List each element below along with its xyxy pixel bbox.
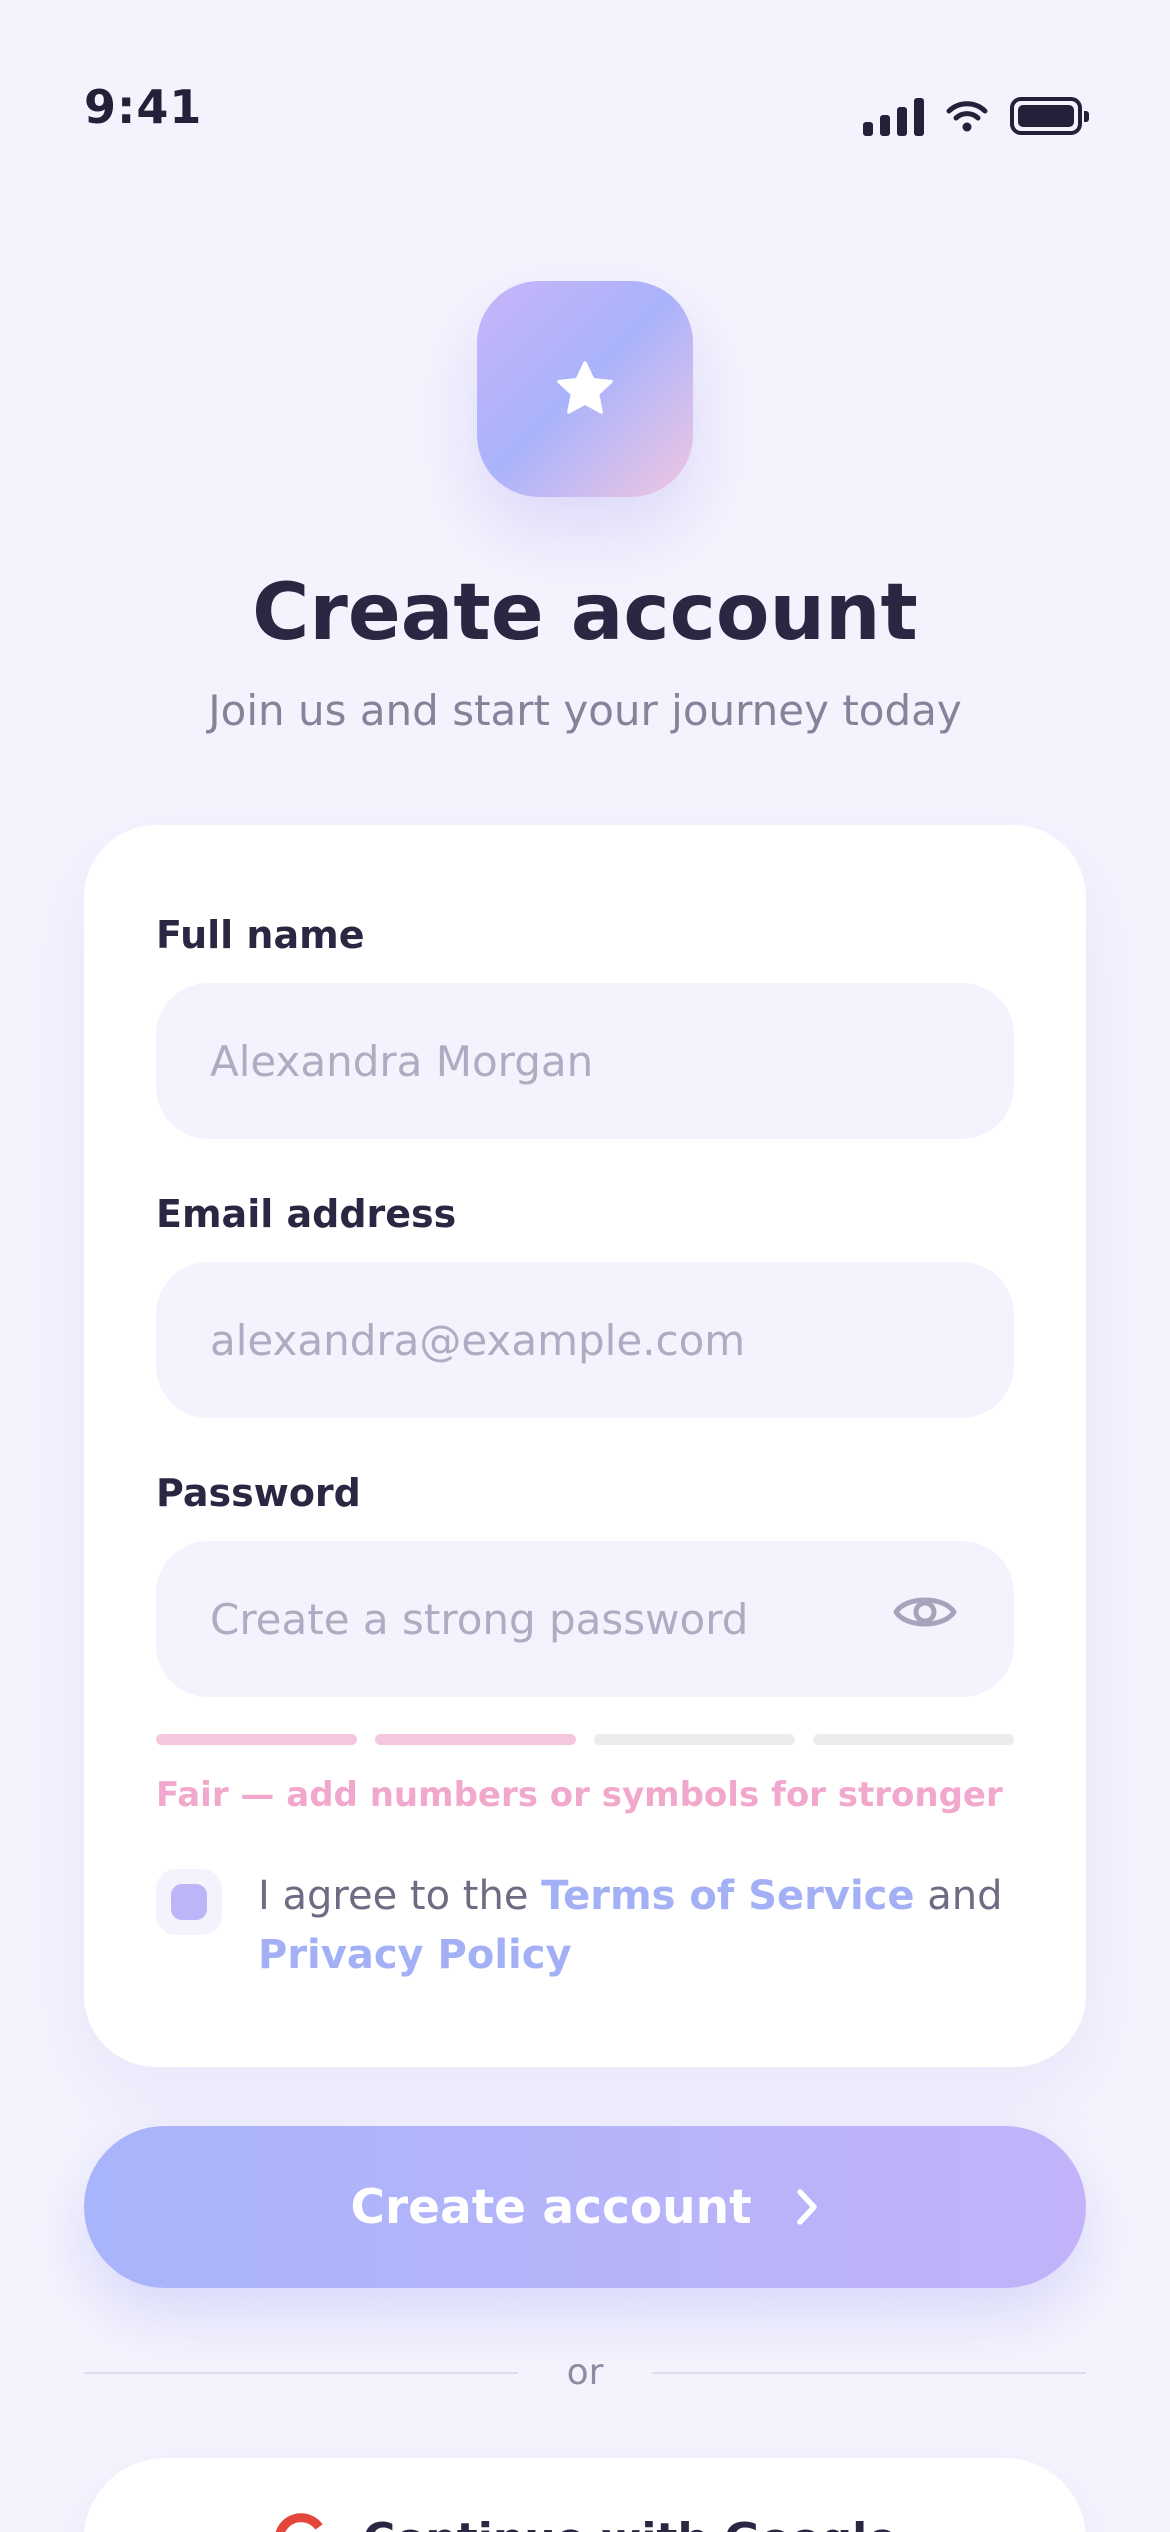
eye-icon[interactable] [892, 1589, 958, 1635]
email-input[interactable] [156, 1262, 1014, 1418]
terms-checkbox[interactable] [156, 1869, 222, 1935]
battery-icon [1010, 97, 1089, 135]
wifi-icon [946, 101, 988, 132]
password-label: Password [156, 1471, 361, 1515]
create-account-label: Create account [350, 2179, 752, 2235]
strength-segment [813, 1734, 1014, 1745]
password-strength-text: Fair — add numbers or symbols for strong… [156, 1775, 1003, 1815]
status-icons [863, 96, 1089, 136]
page-title: Create account [252, 568, 918, 658]
google-icon [275, 2513, 323, 2532]
continue-with-google-button[interactable]: Continue with Google [84, 2458, 1086, 2532]
app-logo [477, 281, 693, 497]
star-icon [557, 361, 613, 414]
terms-checkbox-indicator [171, 1884, 207, 1920]
create-account-button[interactable]: Create account [84, 2126, 1086, 2288]
strength-segment [594, 1734, 795, 1745]
full-name-label: Full name [156, 913, 365, 957]
terms-prefix: I agree to the [258, 1873, 542, 1919]
continue-with-google-label: Continue with Google [363, 2514, 897, 2532]
status-time: 9:41 [84, 80, 203, 134]
password-input[interactable] [156, 1541, 1014, 1697]
strength-segment [375, 1734, 576, 1745]
terms-agreement-text: I agree to the Terms of Service and Priv… [258, 1867, 1018, 1985]
privacy-policy-link[interactable]: Privacy Policy [258, 1932, 572, 1978]
email-label: Email address [156, 1192, 457, 1236]
chevron-right-icon [796, 2189, 817, 2225]
password-strength-meter [156, 1734, 1014, 1745]
signup-screen: 9:41 Create account Join us and start yo… [0, 0, 1170, 2532]
page-subtitle: Join us and start your journey today [208, 686, 962, 735]
strength-segment [156, 1734, 357, 1745]
terms-of-service-link[interactable]: Terms of Service [541, 1873, 914, 1919]
terms-middle: and [914, 1873, 1003, 1919]
signal-icon [863, 96, 924, 136]
signup-form-card: Full name Email address Password Fair — … [84, 825, 1086, 2067]
divider-text: or [566, 2352, 604, 2393]
full-name-input[interactable] [156, 983, 1014, 1139]
